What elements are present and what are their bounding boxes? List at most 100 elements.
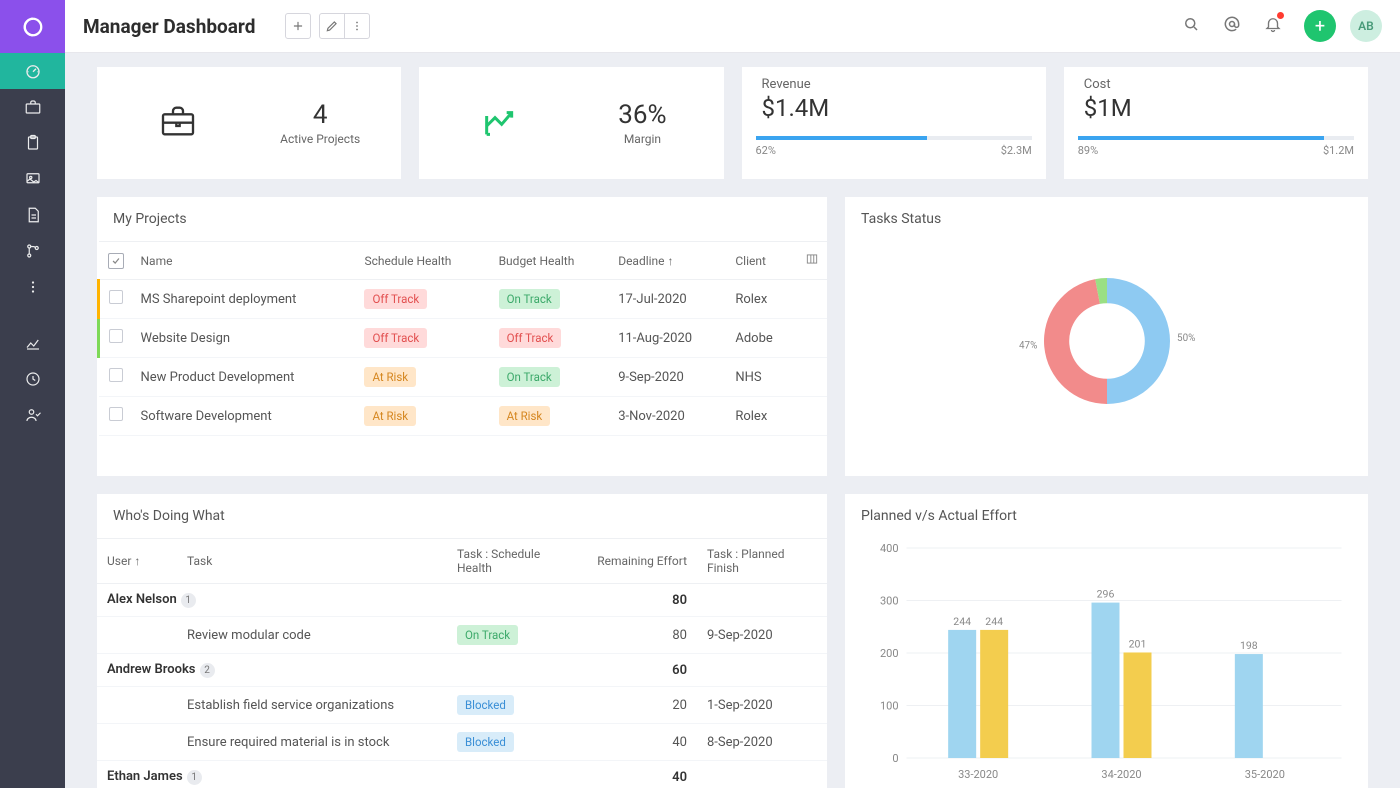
table-row[interactable]: Website Design Off Track Off Track 11-Au… xyxy=(99,319,828,358)
health-pill: Blocked xyxy=(457,695,514,715)
avatar[interactable]: AB xyxy=(1350,10,1382,42)
sidebar-item-image[interactable] xyxy=(0,161,65,197)
col-deadline[interactable]: Deadline ↑ xyxy=(610,242,727,280)
check-all[interactable] xyxy=(108,253,124,269)
effort-card: Planned v/s Actual Effort 01002003004002… xyxy=(845,494,1368,788)
briefcase-icon xyxy=(158,101,198,145)
kpi-title: Revenue xyxy=(762,77,811,92)
sidebar-item-briefcase[interactable] xyxy=(0,89,65,125)
more-options-button[interactable] xyxy=(344,13,370,39)
col-name[interactable]: Name xyxy=(133,242,357,280)
cost-pct: 89% xyxy=(1078,144,1098,157)
revenue-pct: 62% xyxy=(756,144,776,157)
col-client[interactable]: Client xyxy=(727,242,797,280)
bell-icon[interactable] xyxy=(1264,15,1282,37)
task-row[interactable]: Establish field service organizations Bl… xyxy=(97,687,827,724)
sidebar-item-user-check[interactable] xyxy=(0,397,65,433)
table-row[interactable]: MS Sharepoint deployment Off Track On Tr… xyxy=(99,280,828,319)
add-button[interactable] xyxy=(285,13,311,39)
health-pill: Blocked xyxy=(457,732,514,752)
col-sched[interactable]: Task : Schedule Health xyxy=(447,539,587,584)
columns-icon[interactable] xyxy=(805,255,819,269)
svg-text:198: 198 xyxy=(1240,639,1258,652)
svg-text:201: 201 xyxy=(1129,637,1147,650)
svg-text:300: 300 xyxy=(880,595,899,608)
svg-text:400: 400 xyxy=(880,542,899,555)
col-finish[interactable]: Task : Planned Finish xyxy=(697,539,827,584)
row-checkbox[interactable] xyxy=(109,290,123,304)
svg-text:100: 100 xyxy=(880,700,899,713)
kpi-label: Margin xyxy=(624,132,661,146)
sidebar-item-branch[interactable] xyxy=(0,233,65,269)
app-logo[interactable] xyxy=(0,0,65,53)
sidebar-item-document[interactable] xyxy=(0,197,65,233)
cell-name: Website Design xyxy=(133,319,357,358)
kpi-value: $1.4M xyxy=(762,94,830,122)
col-rem[interactable]: Remaining Effort xyxy=(587,539,697,584)
col-user[interactable]: User ↑ xyxy=(97,539,177,584)
revenue-progress xyxy=(756,136,1032,140)
sort-asc-icon: ↑ xyxy=(668,254,674,268)
col-schedule[interactable]: Schedule Health xyxy=(356,242,490,280)
table-row[interactable]: Software Development At Risk At Risk 3-N… xyxy=(99,397,828,436)
kpi-label: Active Projects xyxy=(280,132,360,146)
sort-asc-icon: ↑ xyxy=(134,554,140,568)
group-row[interactable]: Andrew Brooks260 xyxy=(97,654,827,687)
card-title: Who's Doing What xyxy=(97,494,827,538)
cell-task: Review modular code xyxy=(177,617,447,654)
row-checkbox[interactable] xyxy=(109,368,123,382)
cell-name: MS Sharepoint deployment xyxy=(133,280,357,319)
cost-target: $1.2M xyxy=(1323,144,1354,157)
kpi-value: 4 xyxy=(313,100,328,130)
tasks-status-card: Tasks Status 50%47% xyxy=(845,197,1368,476)
cell-name: Software Development xyxy=(133,397,357,436)
kpi-value: 36% xyxy=(618,100,666,130)
kpi-value: $1M xyxy=(1084,94,1132,122)
group-row[interactable]: Ethan James140 xyxy=(97,761,827,788)
kpi-active-projects: 4 Active Projects xyxy=(97,67,401,179)
create-button[interactable]: + xyxy=(1304,10,1336,42)
budget-pill: Off Track xyxy=(499,328,562,348)
cell-deadline: 3-Nov-2020 xyxy=(610,397,727,436)
budget-pill: On Track xyxy=(499,367,560,387)
effort-bar-chart: 010020030040024424433-202029620134-20201… xyxy=(859,538,1354,788)
kpi-revenue: Revenue $1.4M 62% $2.3M xyxy=(742,67,1046,179)
task-row[interactable]: Ensure required material is in stock Blo… xyxy=(97,724,827,761)
whos-doing-what-card: Who's Doing What User ↑ Task Task : Sche… xyxy=(97,494,827,788)
cell-finish: 9-Sep-2020 xyxy=(697,617,827,654)
col-task[interactable]: Task xyxy=(177,539,447,584)
edit-button[interactable] xyxy=(319,13,345,39)
table-row[interactable]: New Product Development At Risk On Track… xyxy=(99,358,828,397)
sidebar-item-more[interactable] xyxy=(0,269,65,305)
svg-text:50%: 50% xyxy=(1177,333,1195,344)
mention-icon[interactable] xyxy=(1222,14,1242,38)
schedule-pill: Off Track xyxy=(364,289,427,309)
cell-rem: 80 xyxy=(587,617,697,654)
count-badge: 1 xyxy=(181,593,196,608)
svg-text:35-2020: 35-2020 xyxy=(1245,768,1285,781)
count-badge: 2 xyxy=(200,663,215,678)
row-checkbox[interactable] xyxy=(109,329,123,343)
card-title: Planned v/s Actual Effort xyxy=(845,494,1368,538)
topbar: Manager Dashboard xyxy=(65,0,1400,53)
row-checkbox[interactable] xyxy=(109,407,123,421)
search-icon[interactable] xyxy=(1182,15,1200,37)
group-row[interactable]: Alex Nelson180 xyxy=(97,584,827,617)
sidebar-item-clipboard[interactable] xyxy=(0,125,65,161)
sidebar-item-dashboard[interactable] xyxy=(0,53,65,89)
wdw-table: User ↑ Task Task : Schedule Health Remai… xyxy=(97,538,827,788)
svg-text:47%: 47% xyxy=(1018,340,1036,351)
svg-text:244: 244 xyxy=(985,615,1003,628)
task-row[interactable]: Review modular code On Track 80 9-Sep-20… xyxy=(97,617,827,654)
notification-badge xyxy=(1277,12,1284,19)
svg-text:200: 200 xyxy=(880,647,899,660)
cell-rem: 20 xyxy=(587,687,697,724)
cell-client: Rolex xyxy=(727,280,797,319)
col-budget[interactable]: Budget Health xyxy=(491,242,611,280)
projects-table: Name Schedule Health Budget Health Deadl… xyxy=(97,241,827,436)
sidebar-item-time[interactable] xyxy=(0,361,65,397)
schedule-pill: At Risk xyxy=(364,367,416,387)
kpi-margin: 36% Margin xyxy=(419,67,723,179)
sidebar-item-analytics[interactable] xyxy=(0,325,65,361)
kpi-cost: Cost $1M 89% $1.2M xyxy=(1064,67,1368,179)
